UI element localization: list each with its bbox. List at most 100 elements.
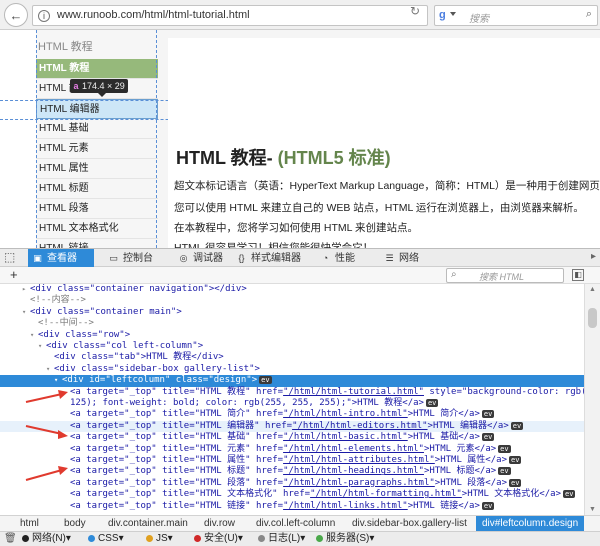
sidebar-item-elements[interactable]: HTML 元素	[36, 139, 158, 159]
back-arrow-icon: ←	[9, 7, 23, 23]
sidebar-item-formatting[interactable]: HTML 文本格式化	[36, 219, 158, 239]
server-dot-icon	[316, 534, 323, 542]
code-line[interactable]: ▾ <div class="row">	[0, 330, 584, 341]
js-dot-icon	[146, 534, 153, 542]
breadcrumb-body[interactable]: body	[58, 516, 92, 531]
intro-paragraph-1: 超文本标记语言（英语：HyperText Markup Language，简称：…	[174, 180, 600, 192]
event-badge[interactable]: ev	[481, 410, 495, 419]
code-line[interactable]: ▾ <div class="sidebar-box gallery-list">	[0, 364, 584, 375]
event-badge[interactable]: ev	[481, 433, 495, 442]
breadcrumb: html body div.container.main div.row div…	[0, 515, 600, 531]
event-badge[interactable]: ev	[510, 421, 524, 430]
sidebar-item-attributes[interactable]: HTML 属性	[36, 159, 158, 179]
url-text: www.runoob.com/html/html-tutorial.html	[57, 9, 250, 21]
filter-logging[interactable]: 日志(L)▾	[258, 532, 305, 546]
security-dot-icon	[194, 534, 201, 542]
filter-server[interactable]: 服务器(S)▾	[316, 532, 374, 546]
code-line[interactable]: 125); font-weight: bold; color: rgb(255,…	[0, 398, 584, 409]
event-badge[interactable]: ev	[498, 467, 511, 476]
tab-console[interactable]: ▭ 控制台	[104, 249, 162, 267]
network-icon: ☰	[385, 253, 394, 263]
trash-icon[interactable]: 🗑	[4, 532, 17, 546]
tab-debugger[interactable]: ◎ 调试器	[174, 249, 232, 267]
inspector-toolbar: + ⌕ 搜索 HTML ◧	[0, 267, 600, 284]
breadcrumb-container-main[interactable]: div.container.main	[102, 516, 194, 531]
address-bar[interactable]: i www.runoob.com/html/html-tutorial.html	[32, 5, 428, 26]
guide-line-left	[36, 30, 37, 248]
page-viewport: HTML 教程 HTML 教程 HTML 简介 HTML 编辑器 HTML 基础…	[0, 30, 600, 248]
sidebar-item-editors[interactable]: HTML 编辑器	[36, 99, 158, 119]
code-line[interactable]: <!--中间-->	[0, 318, 584, 329]
performance-icon: ◔	[322, 253, 329, 263]
tab-inspector[interactable]: ▣ 查看器	[28, 249, 94, 267]
event-badge[interactable]: ev	[508, 478, 522, 487]
guide-line-right	[156, 30, 157, 248]
network-dot-icon	[22, 534, 29, 542]
breadcrumb-leftcolumn[interactable]: div#leftcolumn.design	[476, 516, 585, 531]
event-badge[interactable]: ev	[508, 456, 522, 464]
code-line[interactable]: <a target="_top" title="HTML 基础" href="/…	[0, 432, 584, 443]
css-dot-icon	[88, 534, 95, 542]
code-line[interactable]: <a target="_top" title="HTML 链接" href="/…	[0, 501, 584, 512]
code-line[interactable]: <a target="_top" title="HTML 文本格式化" href…	[0, 489, 584, 500]
code-line[interactable]: <a target="_top" title="HTML 标题" href="/…	[0, 466, 584, 477]
code-line-hovered[interactable]: <a target="_top" title="HTML 编辑器" href="…	[0, 420, 584, 433]
scroll-up-icon[interactable]: ▲	[589, 286, 596, 293]
info-icon[interactable]: i	[38, 10, 50, 22]
sidebar-tab-title: HTML 教程	[38, 41, 93, 53]
tooltip-dimensions: 174.4 × 29	[82, 81, 125, 91]
reload-icon[interactable]: ↻	[410, 4, 420, 18]
sidebar-item-paragraphs[interactable]: HTML 段落	[36, 199, 158, 219]
event-badge[interactable]: ev	[425, 399, 439, 407]
tab-network[interactable]: ☰ 网络	[380, 249, 432, 267]
code-line[interactable]: ▾ <div class="col left-column">	[0, 341, 584, 352]
code-line[interactable]: <div class="tab">HTML 教程</div>	[0, 352, 584, 363]
filter-js[interactable]: JS▾	[146, 532, 173, 546]
code-line-selected[interactable]: ▾ <div id="leftcolumn" class="design"> ev	[0, 375, 584, 387]
event-badge[interactable]: ev	[259, 376, 272, 385]
search-box[interactable]: g 搜索 ⌕	[434, 5, 598, 26]
chevron-down-icon[interactable]	[450, 12, 456, 16]
filter-security[interactable]: 安全(U)▾	[194, 532, 243, 546]
code-line[interactable]: <a target="_top" title="HTML 元素" href="/…	[0, 444, 584, 455]
code-line[interactable]: ▾ <div class="container main">	[0, 307, 584, 318]
event-badge[interactable]: ev	[498, 444, 511, 453]
search-engine-icon[interactable]: g	[439, 9, 446, 21]
event-badge[interactable]: ev	[562, 490, 576, 499]
search-icon: ⌕	[451, 269, 457, 280]
toggle-sidebar-icon[interactable]: ◧	[572, 269, 584, 281]
markup-scrollbar[interactable]: ▲ ▼	[584, 284, 600, 515]
add-node-icon[interactable]: +	[10, 267, 18, 282]
back-button[interactable]: ←	[4, 3, 28, 27]
scrollbar-thumb[interactable]	[588, 308, 597, 328]
breadcrumb-sidebar-box[interactable]: div.sidebar-box.gallery-list	[346, 516, 473, 531]
sidebar-item-basic[interactable]: HTML 基础	[36, 119, 158, 139]
code-line[interactable]: <a target="_top" title="HTML 简介" href="/…	[0, 409, 584, 420]
scroll-down-icon[interactable]: ▼	[589, 506, 596, 513]
breadcrumb-html[interactable]: html	[14, 516, 45, 531]
code-line[interactable]: <a target="_top" title="HTML 教程" href="/…	[0, 387, 584, 398]
code-line[interactable]: ▸ <div class="container navigation"></div…	[0, 284, 584, 295]
page-margin	[0, 30, 36, 248]
pick-element-icon[interactable]: ⬚	[4, 250, 15, 264]
page-title: HTML 教程- (HTML5 标准)	[176, 144, 391, 170]
tab-style-editor[interactable]: {} 样式编辑器	[232, 249, 308, 267]
search-icon[interactable]: ⌕	[586, 8, 592, 21]
tooltip-tag: a	[73, 81, 79, 91]
tab-performance[interactable]: ◔ 性能	[316, 249, 368, 267]
more-tools-icon[interactable]: ▸	[591, 251, 596, 262]
sidebar-item-headings[interactable]: HTML 标题	[36, 179, 158, 199]
code-line[interactable]: <a target="_top" title="HTML 段落" href="/…	[0, 478, 584, 489]
console-icon: ▭	[109, 253, 118, 263]
filter-network[interactable]: 网络(N)▾	[22, 532, 71, 546]
filter-css[interactable]: CSS▾	[88, 532, 124, 546]
code-line[interactable]: <a target="_top" title="HTML 属性" href="/…	[0, 455, 584, 466]
breadcrumb-row[interactable]: div.row	[198, 516, 241, 531]
html-search-input[interactable]: ⌕ 搜索 HTML	[446, 268, 564, 283]
sidebar-item-tutorial[interactable]: HTML 教程	[36, 59, 158, 79]
code-line[interactable]: <!--内容-->	[0, 295, 584, 306]
event-badge[interactable]: ev	[481, 501, 495, 510]
breadcrumb-left-column[interactable]: div.col.left-column	[250, 516, 341, 531]
sidebar-item-links[interactable]: HTML 链接	[36, 239, 158, 248]
title-main: HTML 教程-	[176, 148, 278, 168]
